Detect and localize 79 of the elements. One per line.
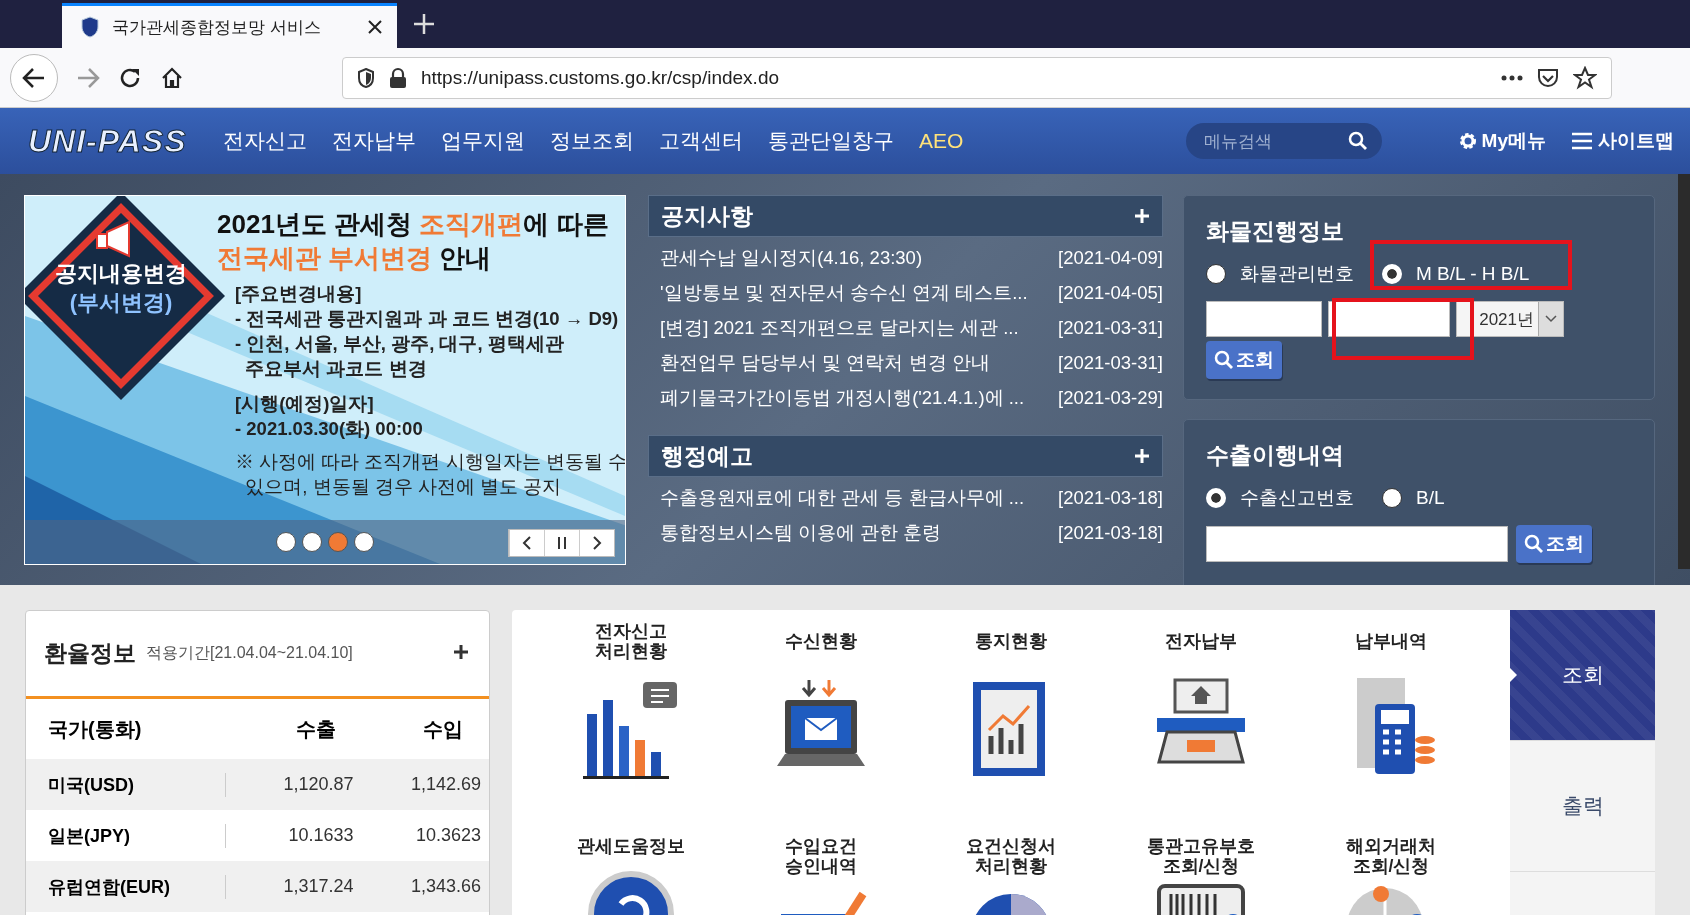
notice-link[interactable]: 환전업무 담당부서 및 연락처 변경 안내 xyxy=(660,350,990,375)
panel-title: 수출이행내역 xyxy=(1206,441,1345,470)
service-link[interactable]: 전자납부 xyxy=(1165,616,1237,666)
nav-link[interactable]: 전자신고 xyxy=(223,127,307,155)
menu-search-field[interactable]: 메뉴검색 xyxy=(1185,123,1382,159)
radio-label: 수출신고번호 xyxy=(1240,486,1354,510)
notice-date: [2021-04-05] xyxy=(1058,281,1163,304)
banner-text: - 전국세관 통관지원과 과 코드 변경(10 → D9) xyxy=(235,306,620,331)
table-cell: 미국(USD) xyxy=(48,772,226,797)
period-text: 적용기간[21.04.04~21.04.10] xyxy=(146,643,354,663)
column-header: 수출 xyxy=(294,716,337,742)
url-text: https://unipass.customs.go.kr/csp/index.do xyxy=(421,66,780,89)
service-link[interactable]: 해외거래처 조회/신청 xyxy=(1346,836,1436,877)
search-button[interactable]: 조회 xyxy=(1516,525,1592,563)
nav-link[interactable]: 정보조회 xyxy=(550,127,634,155)
banner-headline: 조직개편 xyxy=(419,209,524,239)
service-link[interactable]: 전자신고 처리현황 xyxy=(595,616,667,666)
browser-tab[interactable]: 국가관세종합정보망 서비스 xyxy=(62,3,397,48)
logo[interactable]: UNI-PASS xyxy=(28,122,223,160)
banner-headline: 2021년도 관세청 xyxy=(217,209,414,239)
table-cell-text: 1,120.87 xyxy=(282,774,354,795)
section-title: 행정예고 xyxy=(661,441,753,471)
table-cell-text: 10.3623 xyxy=(414,825,481,846)
search-button[interactable]: 조회 xyxy=(1206,341,1282,379)
table-cell-text: 1,343.66 xyxy=(409,876,481,897)
section-title: 공지사항 xyxy=(661,201,753,231)
notice-date: [2021-03-18] xyxy=(1058,486,1163,509)
banner-text: ※ 사정에 따라 조직개편 시행일자는 변동될 수 xyxy=(235,449,625,474)
notice-link[interactable]: 폐기물국가간이동법 개정시행('21.4.1.)에 ... xyxy=(660,385,1025,410)
banner-text: 있으며, 변동될 경우 사전에 별도 공지 xyxy=(244,474,563,499)
banner-headline: 전국세관 부서변경 xyxy=(217,242,433,273)
banner-text: [주요변경내용] xyxy=(235,282,363,306)
service-link[interactable]: 통관고유부호 조회/신청 xyxy=(1147,836,1255,877)
banner-text: - 2021.03.30(화) 00:00 xyxy=(235,416,424,441)
notice-date: [2021-03-29] xyxy=(1058,386,1163,409)
table-cell-text: 10.1633 xyxy=(287,825,354,846)
sitemap-link[interactable]: 사이트맵 xyxy=(1572,128,1674,154)
my-menu-link[interactable]: My메뉴 xyxy=(1457,128,1546,154)
notice-link[interactable]: [변경] 2021 조직개편으로 달라지는 세관 ... xyxy=(660,315,1019,340)
service-link[interactable]: 관세도움정보 xyxy=(577,836,685,857)
table-cell-text: 1,142.69 xyxy=(409,774,481,795)
column-header: 국가(통화) xyxy=(48,716,143,742)
nav-link[interactable]: 고객센터 xyxy=(659,127,743,155)
banner-text: [시행(예정)일자] xyxy=(235,391,375,416)
banner-headline: 안내 xyxy=(438,242,492,273)
year-select[interactable]: 2021년 xyxy=(1456,301,1564,337)
service-link[interactable]: 납부내역 xyxy=(1355,616,1427,666)
notice-link[interactable]: 통합정보시스템 이용에 관한 훈령 xyxy=(660,520,942,545)
service-link[interactable]: 요건신청서 처리현황 xyxy=(966,836,1056,877)
radio-label: M B/L - H B/L xyxy=(1416,263,1530,285)
card-title: 환율정보 xyxy=(44,639,136,668)
column-header: 수입 xyxy=(422,716,464,742)
notice-link[interactable]: 관세수납 일시정지(4.16, 23:30) xyxy=(660,245,923,270)
side-tab[interactable]: 조회 xyxy=(1510,610,1655,741)
panel-title: 화물진행정보 xyxy=(1206,217,1345,246)
banner-headline: 에 따른 xyxy=(523,209,609,239)
notice-date: [2021-03-31] xyxy=(1058,316,1163,339)
table-cell: 유럽연합(EUR) xyxy=(48,874,226,899)
notice-link[interactable]: 수출용원재료에 대한 관세 등 환급사무에 ... xyxy=(660,485,1025,510)
notice-date: [2021-04-09] xyxy=(1058,246,1163,269)
radio-label: B/L xyxy=(1416,487,1445,509)
service-link[interactable]: 수신현황 xyxy=(785,616,857,666)
notice-link[interactable]: '일방통보 및 전자문서 송수신 연계 테스트... xyxy=(660,280,1028,305)
nav-link[interactable]: AEO xyxy=(919,129,964,153)
banner-text: 주요부서 과코드 변경 xyxy=(244,356,428,381)
nav-link[interactable]: 전자납부 xyxy=(332,127,416,155)
table-cell-text: 1,317.24 xyxy=(282,876,354,897)
radio-label: 화물관리번호 xyxy=(1240,262,1354,286)
nav-link[interactable]: 업무지원 xyxy=(441,127,525,155)
notice-date: [2021-03-31] xyxy=(1058,351,1163,374)
notice-date: [2021-03-18] xyxy=(1058,521,1163,544)
table-cell: 일본(JPY) xyxy=(48,823,226,848)
nav-link[interactable]: 통관단일창구 xyxy=(768,127,894,155)
side-tab[interactable]: 출력 xyxy=(1510,741,1655,872)
service-link[interactable]: 통지현황 xyxy=(975,616,1047,666)
sign-text: 공지내용변경 (부서변경) xyxy=(54,260,188,317)
service-link[interactable]: 수입요건 승인내역 xyxy=(785,836,857,877)
address-bar[interactable]: https://unipass.customs.go.kr/csp/index.do xyxy=(342,56,1612,99)
banner-text: - 인천, 서울, 부산, 광주, 대구, 평택세관 xyxy=(235,331,565,356)
